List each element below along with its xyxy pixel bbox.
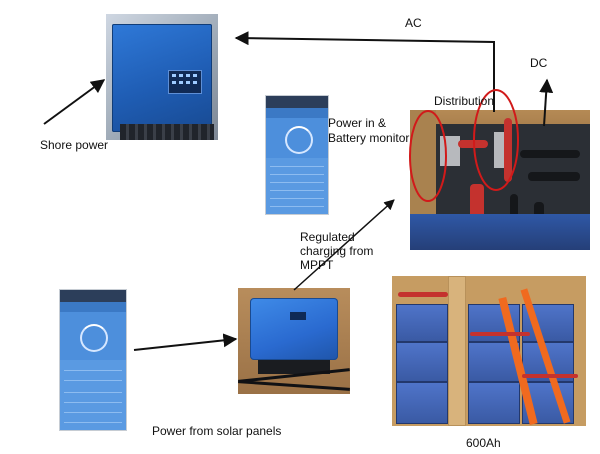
highlight-circle-left xyxy=(409,110,447,202)
diagram-arrows xyxy=(43,31,554,351)
dc-arrow xyxy=(539,78,554,127)
power-from-solar-label: Power from solar panels xyxy=(152,424,282,438)
regulated-label: Regulated xyxy=(300,230,355,244)
distribution-label: Distribution xyxy=(434,94,495,108)
dc-label: DC xyxy=(530,56,548,70)
solar-to-mppt-arrow xyxy=(133,333,238,351)
battery-monitor-label: Battery monitor xyxy=(328,131,410,145)
charging-from-label: charging from xyxy=(300,244,374,258)
shore-power-arrow xyxy=(43,79,106,125)
mppt-label: MPPT xyxy=(300,258,334,272)
capacity-label: 600Ah xyxy=(466,436,501,450)
ac-label: AC xyxy=(405,16,422,30)
power-in-label: Power in & xyxy=(328,116,387,130)
shore-power-label: Shore power xyxy=(40,138,109,152)
